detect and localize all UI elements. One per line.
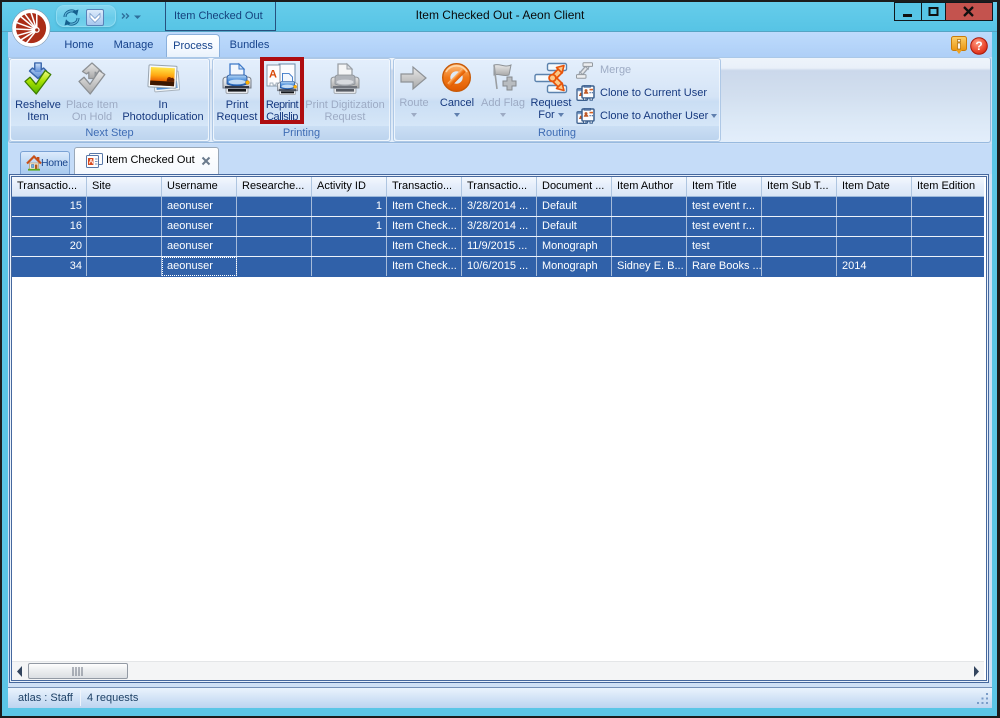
svg-text:?: ?: [975, 39, 982, 53]
svg-text:A: A: [89, 159, 94, 166]
